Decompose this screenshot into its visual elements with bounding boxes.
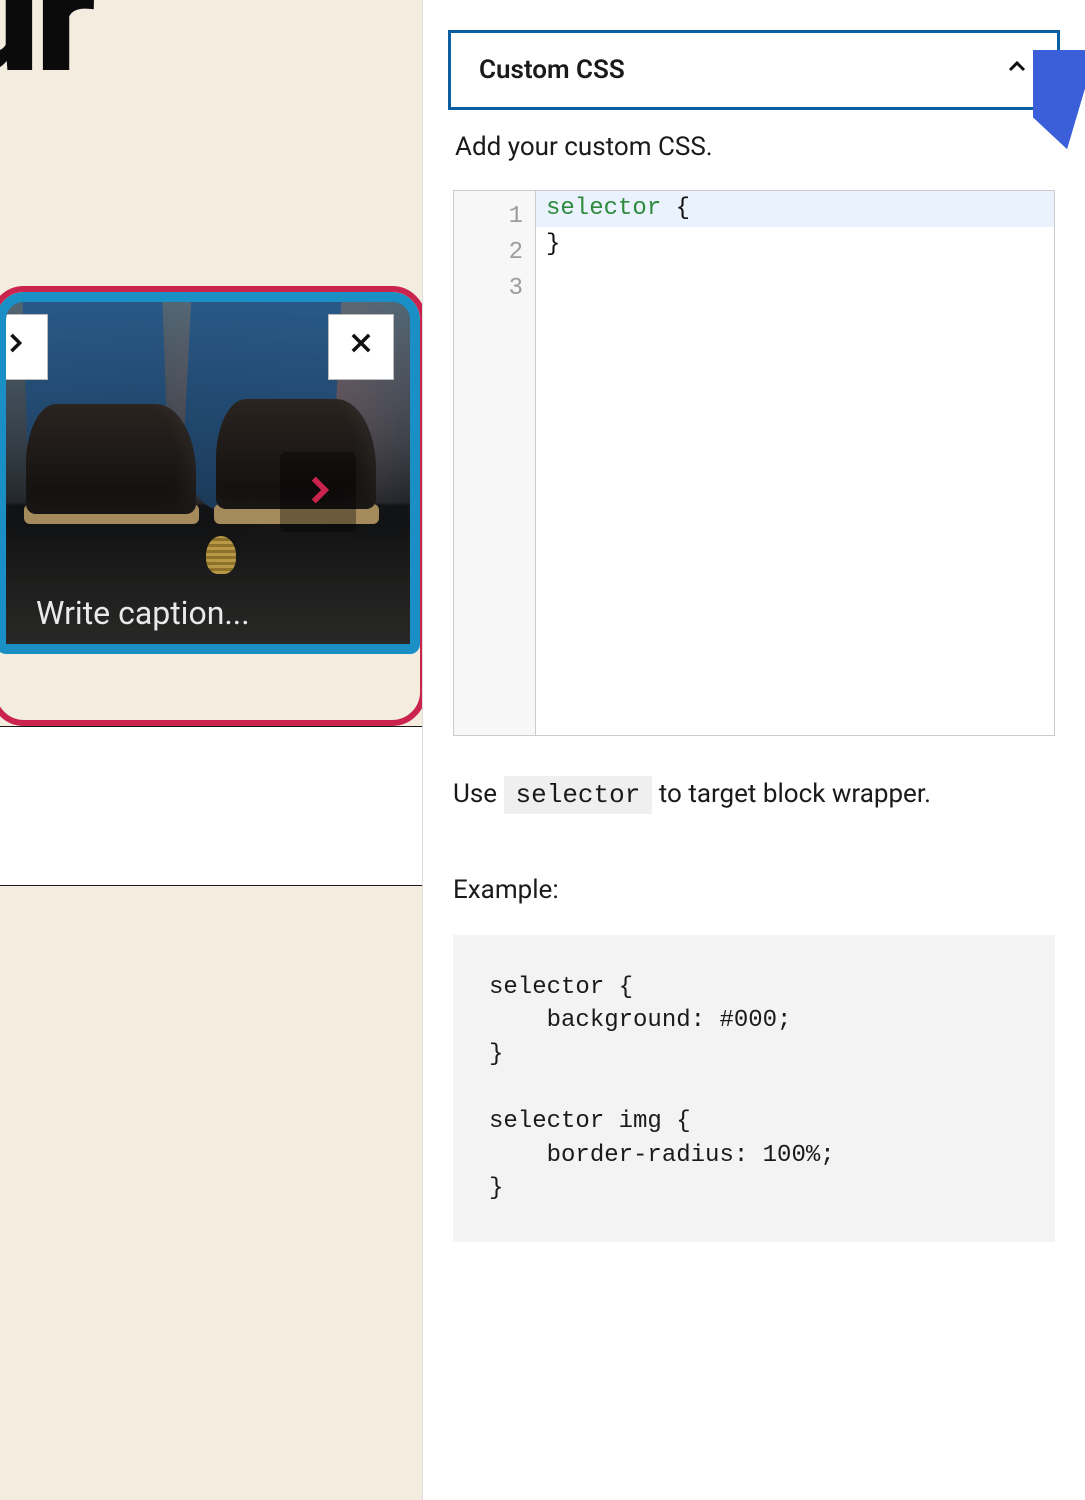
token-selector: selector	[546, 195, 661, 222]
chevron-up-icon	[1005, 55, 1029, 85]
hero-title-line1: To Our	[0, 0, 92, 110]
chevron-right-icon	[301, 473, 335, 511]
paragraph-block[interactable]	[0, 726, 422, 886]
line-number: 2	[454, 235, 523, 271]
settings-sidebar: Custom CSS Add your custom CSS. 1 2 3 se…	[422, 0, 1085, 1500]
help-prefix: Use	[453, 779, 504, 809]
caption-input[interactable]: Write caption...	[36, 594, 250, 632]
token-brace: }	[546, 231, 560, 258]
panel-description: Add your custom CSS.	[455, 132, 1055, 162]
close-icon	[347, 329, 375, 365]
token-brace: {	[661, 195, 690, 222]
hero-title: To Our e	[0, 0, 92, 247]
code-body[interactable]: selector { }	[536, 191, 1054, 735]
code-line[interactable]: selector {	[536, 191, 1054, 227]
remove-image-button[interactable]	[328, 314, 394, 380]
example-label: Example:	[453, 875, 1055, 905]
line-number: 1	[454, 199, 523, 235]
help-text: Use selector to target block wrapper.	[453, 776, 1055, 815]
css-code-editor[interactable]: 1 2 3 selector { }	[453, 190, 1055, 736]
example-code-block: selector { background: #000; } selector …	[453, 935, 1055, 1242]
expand-button[interactable]	[0, 314, 48, 380]
line-gutter: 1 2 3	[454, 191, 536, 735]
selected-image-block[interactable]: Write caption...	[0, 286, 422, 726]
carousel-next-button[interactable]	[280, 452, 356, 532]
line-number: 3	[454, 271, 523, 307]
hero-title-line2: e	[0, 94, 92, 248]
chevron-right-icon	[1, 329, 29, 365]
image-frame: Write caption...	[0, 292, 420, 654]
editor-canvas: To Our e	[0, 0, 422, 1500]
code-line[interactable]	[536, 263, 1054, 299]
inline-code: selector	[504, 776, 653, 814]
panel-title: Custom CSS	[479, 55, 625, 85]
code-line[interactable]: }	[536, 227, 1054, 263]
help-suffix: to target block wrapper.	[659, 779, 931, 809]
custom-css-panel-toggle[interactable]: Custom CSS	[448, 30, 1060, 110]
